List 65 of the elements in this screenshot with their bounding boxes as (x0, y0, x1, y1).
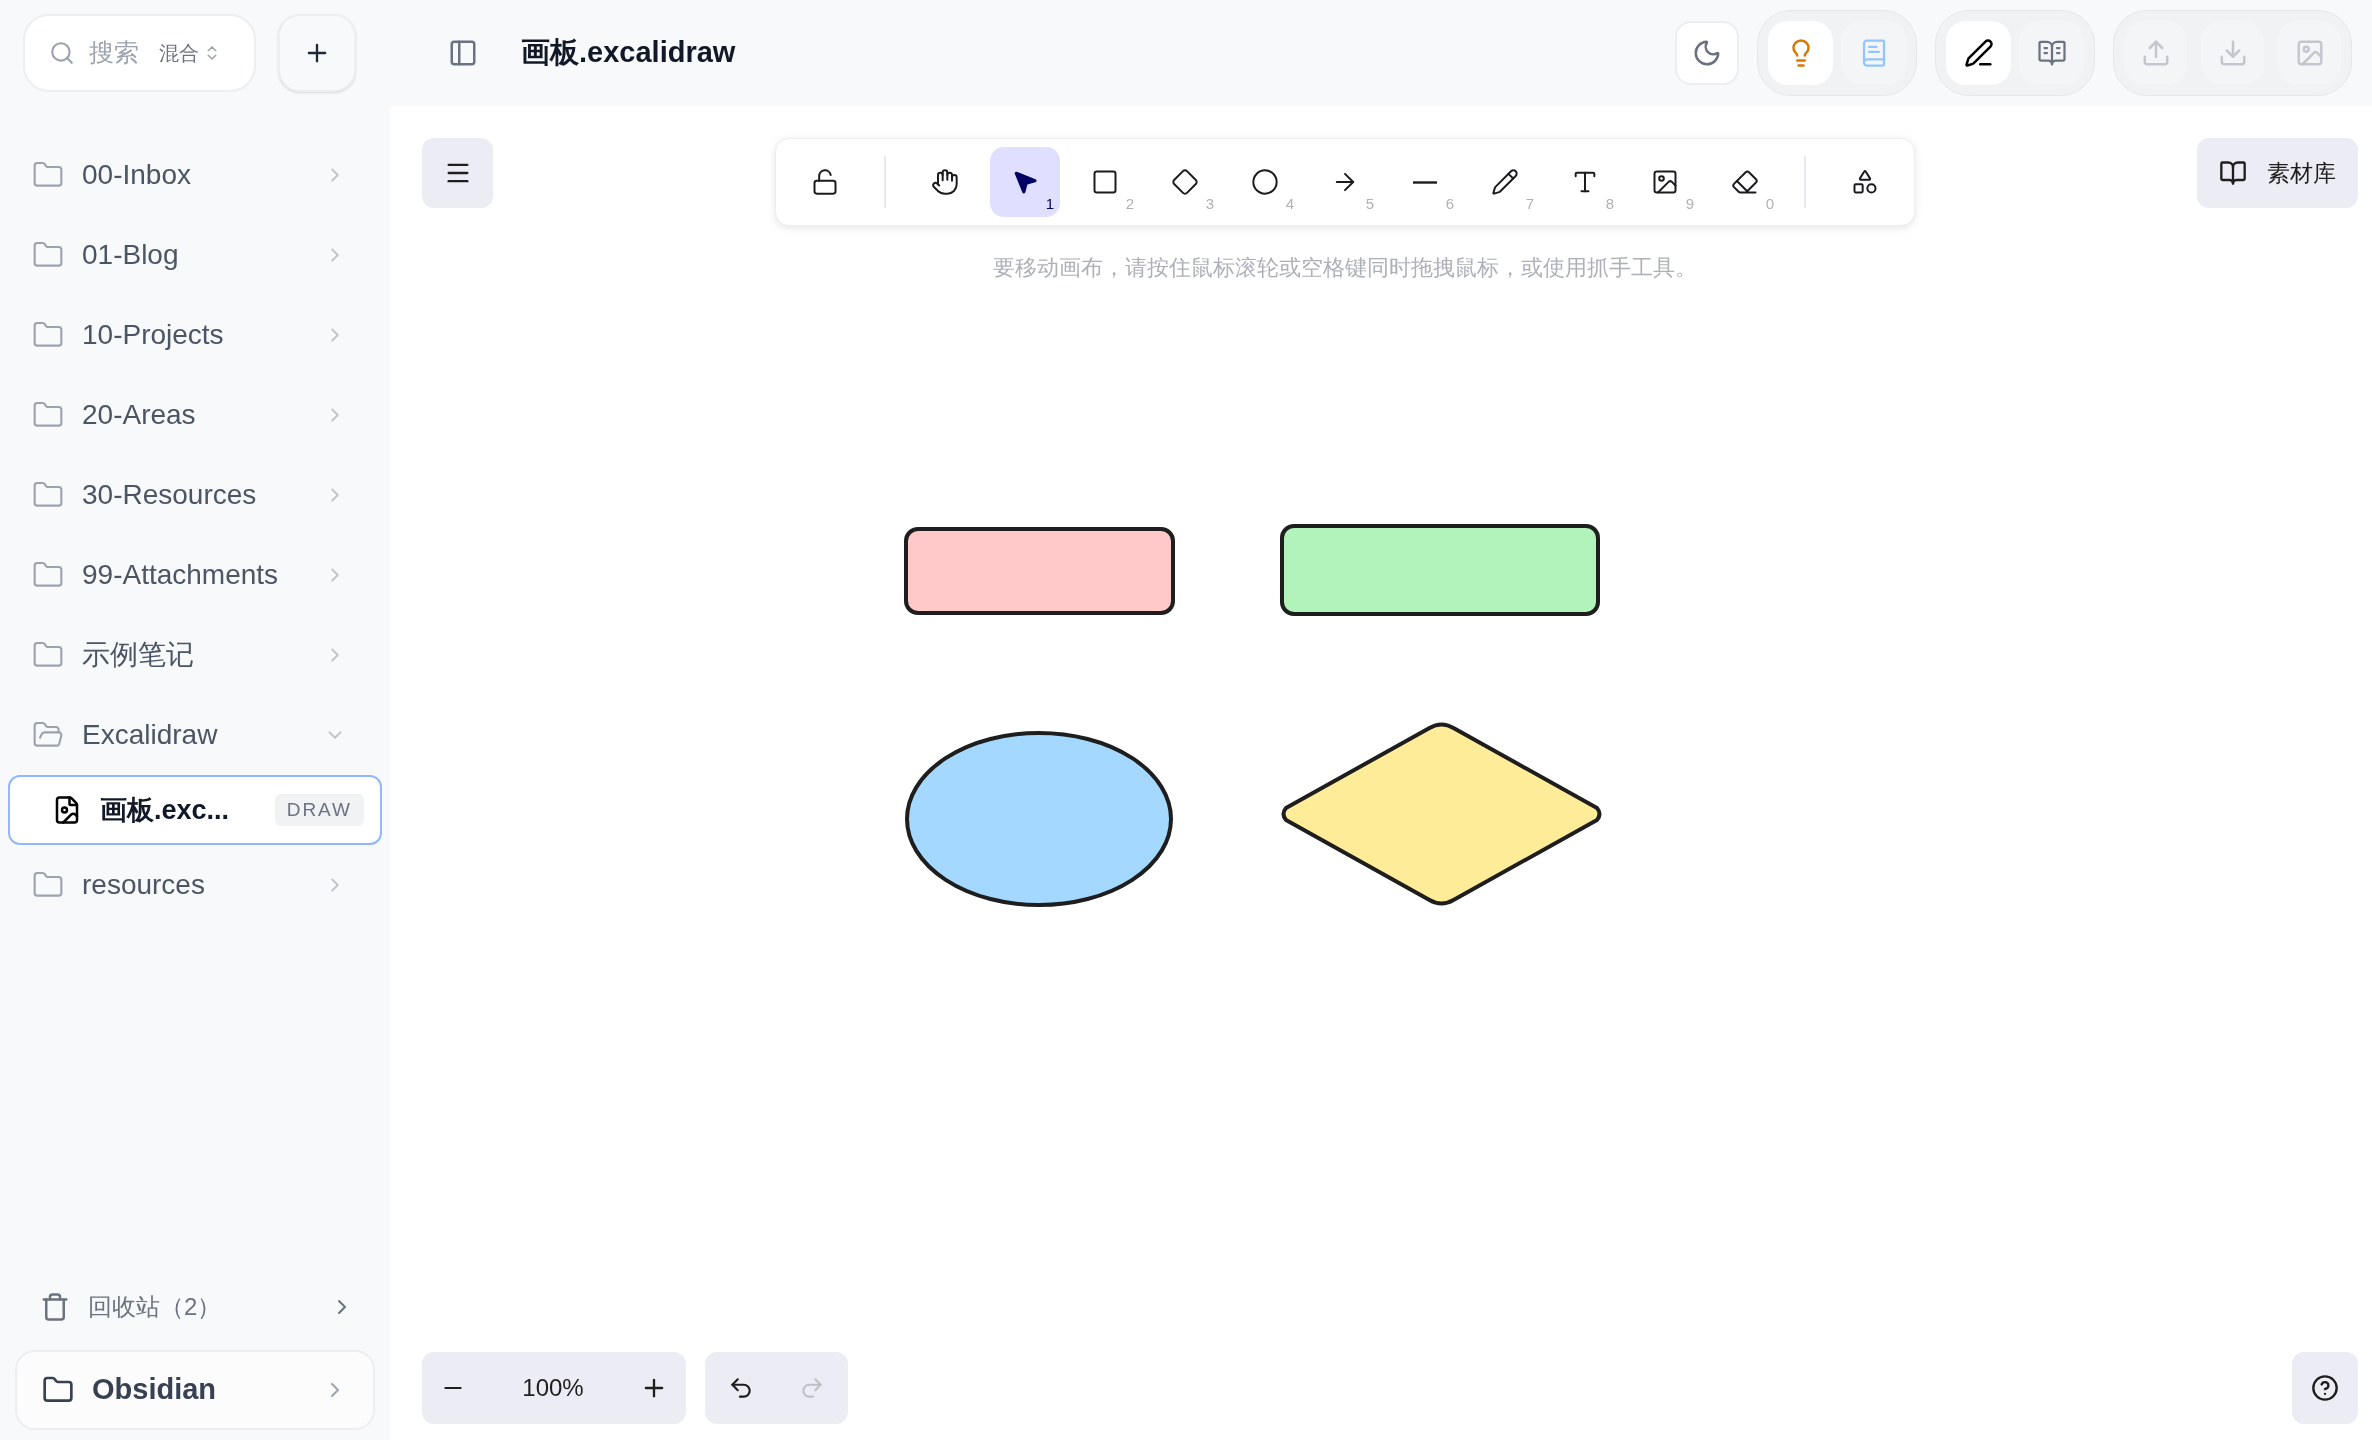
help-icon (2311, 1374, 2339, 1402)
file-name: 画板.exc... (100, 793, 231, 827)
sidebar-toggle-icon[interactable] (448, 38, 478, 68)
search-field[interactable]: 搜索 混合 (23, 14, 256, 92)
folder-item[interactable]: 30-Resources (0, 455, 390, 535)
folder-item[interactable]: 99-Attachments (0, 535, 390, 615)
folder-name: 99-Attachments (82, 558, 280, 592)
shortcut-number: 1 (1045, 193, 1054, 214)
search-mode-label: 混合 (159, 41, 199, 66)
folder-name: 20-Areas (82, 398, 197, 432)
circle-icon (1251, 168, 1279, 196)
image-icon (1651, 168, 1679, 196)
folder-name: 30-Resources (82, 478, 258, 512)
shortcut-number: 7 (1525, 193, 1534, 214)
search-icon (49, 40, 75, 66)
line-icon (1413, 180, 1437, 184)
folder-name: 01-Blog (82, 238, 180, 272)
search-input[interactable]: 搜索 (89, 34, 149, 72)
help-button[interactable] (2292, 1352, 2358, 1424)
vault-name: Obsidian (92, 1372, 218, 1408)
shortcut-number: 8 (1605, 193, 1614, 214)
shapes-icon (1851, 168, 1879, 196)
folder-item[interactable]: 示例笔记 (0, 615, 390, 695)
hint-text: 要移动画布，请按住鼠标滚轮或空格键同时拖拽鼠标，或使用抓手工具。 (993, 254, 1697, 282)
file-item[interactable]: 画板.exc... DRAW (8, 775, 382, 845)
vault-switcher[interactable]: Obsidian (15, 1350, 375, 1430)
trash-item[interactable]: 回收站（2） (0, 1272, 390, 1342)
square-icon (1091, 168, 1119, 196)
trash-label: 回收站（2） (88, 1292, 223, 1322)
shortcut-number: 2 (1125, 193, 1134, 214)
book-icon (2219, 159, 2247, 187)
shortcut-number: 0 (1765, 193, 1774, 214)
folder-name: 00-Inbox (82, 158, 192, 192)
pen-icon (1963, 38, 1994, 68)
unlock-icon (811, 168, 839, 196)
shortcut-number: 6 (1445, 193, 1454, 214)
mode-button[interactable] (1946, 21, 2011, 85)
folder-item[interactable]: resources (0, 845, 390, 925)
open-book-icon (2036, 38, 2067, 68)
folder-name: 示例笔记 (82, 638, 195, 672)
dark-mode-button[interactable] (1675, 21, 1739, 85)
shortcut-number: 5 (1365, 193, 1374, 214)
folder-item[interactable]: 00-Inbox (0, 135, 390, 215)
menu-button[interactable] (422, 138, 493, 208)
tab-title: 画板.excalidraw (521, 35, 736, 71)
pencil-icon (1491, 168, 1519, 196)
file-type-badge: DRAW (274, 793, 364, 827)
hand-icon (931, 168, 959, 196)
folder-item[interactable]: 20-Areas (0, 375, 390, 455)
shortcut-number: 4 (1285, 193, 1294, 214)
folder-name: resources (82, 868, 206, 902)
folder-item[interactable]: 01-Blog (0, 215, 390, 295)
folder-name: 10-Projects (82, 318, 225, 352)
shortcut-number: 9 (1685, 193, 1694, 214)
shortcut-number: 3 (1205, 193, 1214, 214)
folder-item[interactable]: Excalidraw (0, 695, 390, 775)
zoom-level[interactable]: 100% (522, 1370, 584, 1406)
moon-icon (1692, 38, 1722, 68)
tool-button[interactable]: 1 (990, 147, 1060, 217)
trash-icon (40, 1292, 70, 1322)
eraser-icon (1731, 168, 1759, 196)
folder-name: Excalidraw (82, 718, 219, 752)
library-button[interactable]: 素材库 (2197, 138, 2358, 208)
folder-item[interactable]: 10-Projects (0, 295, 390, 375)
diamond-icon (1171, 168, 1199, 196)
